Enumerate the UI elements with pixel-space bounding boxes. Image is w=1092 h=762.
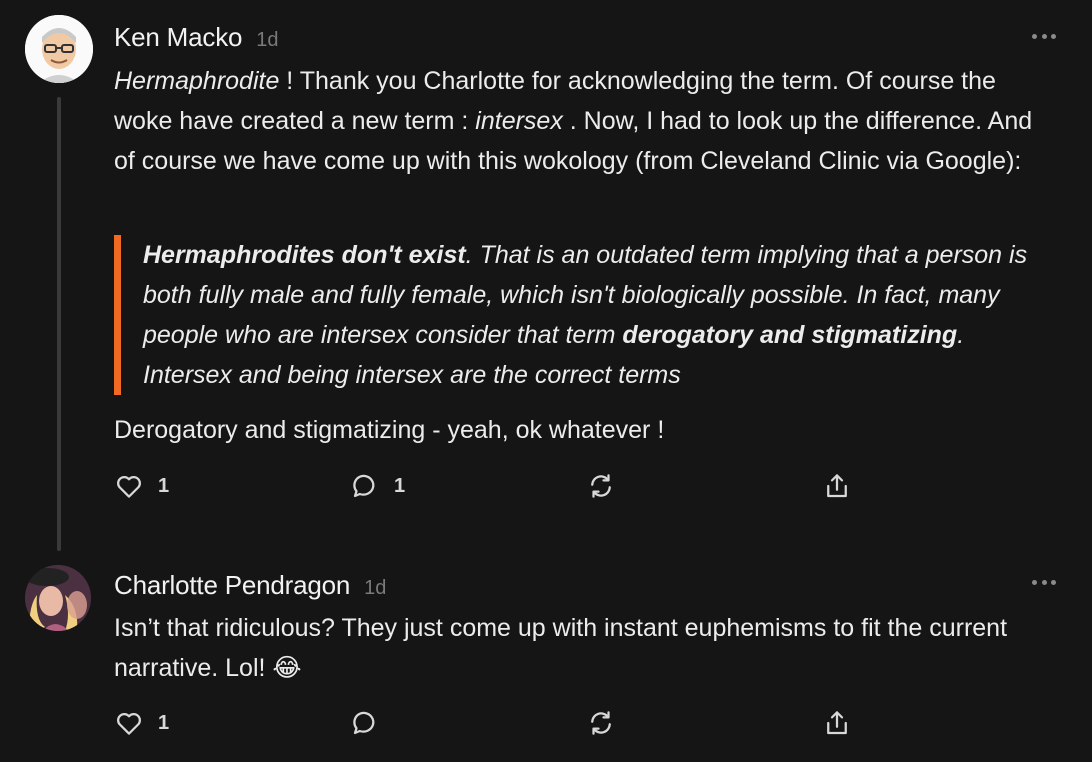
restack-icon <box>591 711 611 735</box>
timestamp[interactable]: 1d <box>256 29 278 52</box>
more-options-icon[interactable] <box>1032 578 1056 586</box>
share-button[interactable] <box>822 707 852 739</box>
share-icon <box>827 474 847 498</box>
restack-button[interactable] <box>586 707 616 739</box>
profile-photo-icon <box>25 565 91 631</box>
action-bar: 1 <box>114 707 874 739</box>
like-button[interactable]: 1 <box>114 707 169 739</box>
comment-header: Ken Macko 1d <box>114 22 279 53</box>
comment-charlotte-pendragon: Charlotte Pendragon 1d Isn’t that ridicu… <box>0 555 1092 762</box>
author-name[interactable]: Charlotte Pendragon <box>114 570 350 601</box>
bold-text: Hermaphrodites don't exist <box>143 241 466 269</box>
like-count: 1 <box>158 474 170 497</box>
action-bar: 1 1 <box>114 470 874 502</box>
author-name[interactable]: Ken Macko <box>114 22 242 53</box>
cartoon-avatar-icon <box>25 15 93 83</box>
like-button[interactable]: 1 <box>114 470 169 502</box>
avatar[interactable] <box>25 565 91 631</box>
speech-bubble-icon <box>353 474 375 498</box>
comment-text: Derogatory and stigmatizing - yeah, ok w… <box>114 416 665 444</box>
speech-bubble-icon <box>353 711 375 735</box>
restack-icon <box>591 474 611 498</box>
heart-icon <box>117 475 141 498</box>
blockquote: Hermaphrodites don't exist. That is an o… <box>114 235 1044 395</box>
comment-header: Charlotte Pendragon 1d <box>114 570 386 601</box>
comment-text: Isn’t that ridiculous? They just come up… <box>114 614 1008 682</box>
comment-text: Hermaphrodite ! Thank you Charlotte for … <box>114 61 1054 181</box>
restack-button[interactable] <box>586 470 616 502</box>
like-count: 1 <box>158 711 170 734</box>
reply-button[interactable]: 1 <box>350 470 405 502</box>
italic-term: Hermaphrodite <box>114 67 280 95</box>
italic-term: intersex <box>475 107 563 135</box>
comment-ken-macko: Ken Macko 1d Hermaphrodite ! Thank you C… <box>0 0 1092 555</box>
heart-icon <box>117 712 141 735</box>
reply-button[interactable] <box>350 707 380 739</box>
share-button[interactable] <box>822 470 852 502</box>
bold-text: derogatory and stigmatizing <box>622 321 958 349</box>
timestamp[interactable]: 1d <box>364 577 386 600</box>
thread-line <box>57 97 61 551</box>
more-options-icon[interactable] <box>1032 32 1056 40</box>
avatar[interactable] <box>25 15 93 83</box>
share-icon <box>827 711 847 735</box>
reply-count: 1 <box>394 474 406 497</box>
